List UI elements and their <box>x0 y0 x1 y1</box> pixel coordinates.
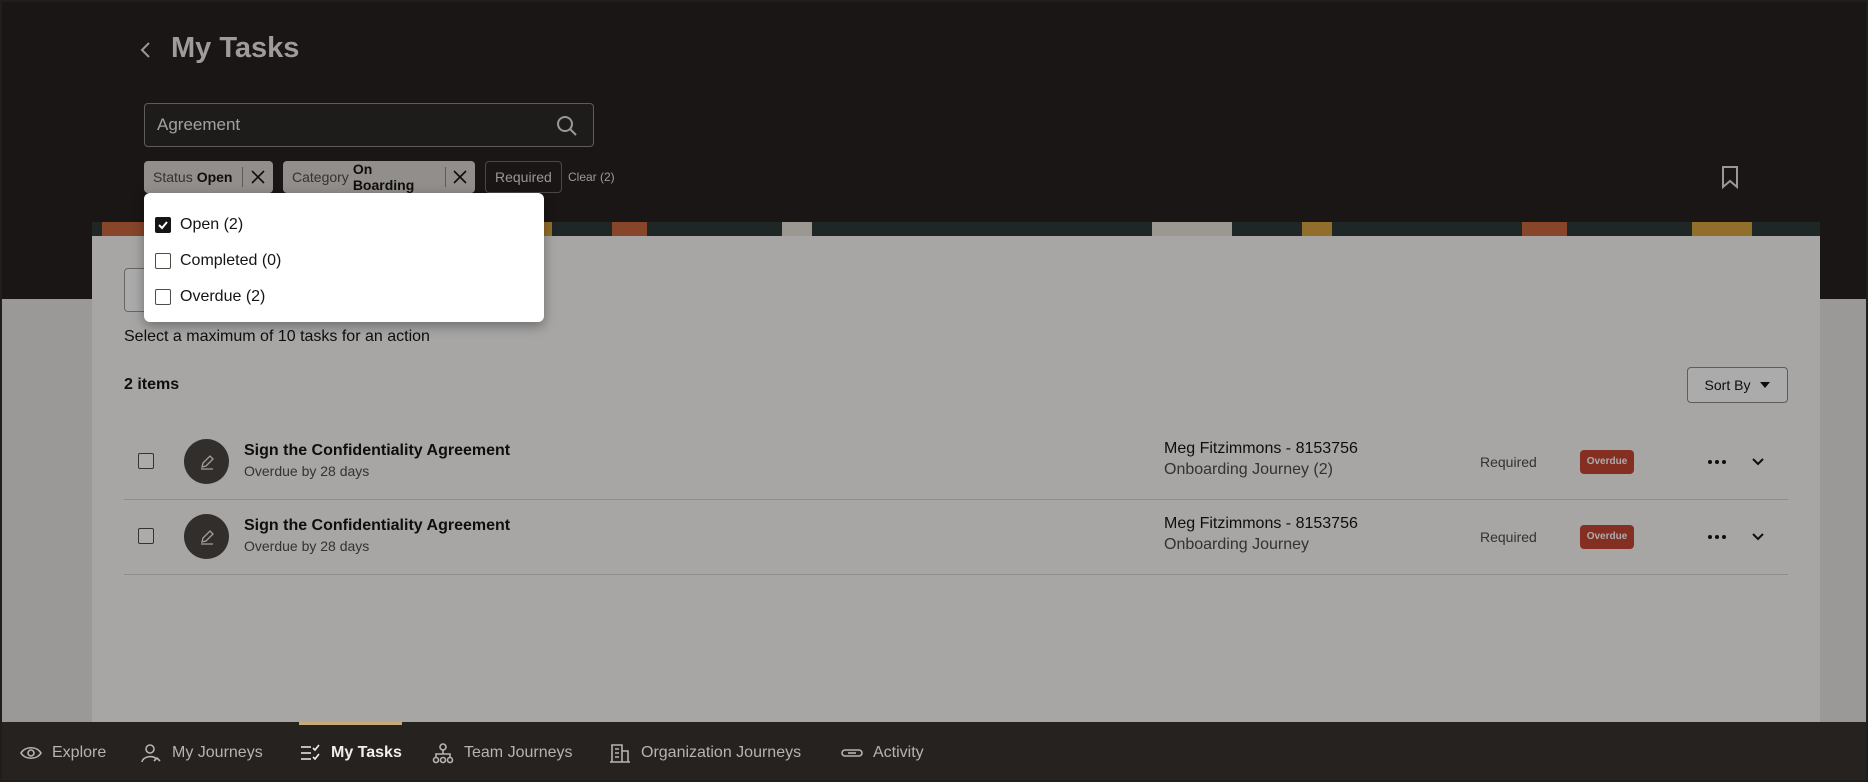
task-title[interactable]: Sign the Confidentiality Agreement <box>244 517 510 535</box>
filter-chip-value: Open <box>196 169 233 185</box>
nav-label: Organization Journeys <box>641 744 802 761</box>
bottom-navigation: Explore My Journeys My Tasks Team Journe… <box>2 722 1866 780</box>
hierarchy-icon <box>432 743 454 764</box>
filter-chip-value: On Boarding <box>352 161 415 193</box>
status-option-open[interactable]: Open (2) <box>144 207 544 243</box>
nav-item-activity[interactable]: Activity <box>841 722 924 780</box>
task-journey: Onboarding Journey <box>1164 536 1309 553</box>
link-icon <box>841 749 863 757</box>
background-decoration <box>1816 299 1866 722</box>
row-checkbox[interactable] <box>138 453 154 469</box>
task-due-status: Overdue by 28 days <box>244 538 370 554</box>
table-row[interactable]: Sign the Confidentiality Agreement Overd… <box>124 425 1788 500</box>
search-input[interactable] <box>157 104 537 146</box>
task-owner: Meg Fitzimmons - 8153756 <box>1164 515 1358 532</box>
dot <box>1715 460 1719 464</box>
checkbox[interactable] <box>155 253 171 269</box>
status-option-completed[interactable]: Completed (0) <box>144 243 544 279</box>
checkbox-checked[interactable] <box>155 217 171 233</box>
more-actions-button[interactable] <box>1702 522 1732 552</box>
status-filter-dropdown: Open (2) Completed (0) Overdue (2) <box>144 193 544 322</box>
search-field[interactable] <box>144 103 594 147</box>
sort-by-label: Sort By <box>1704 377 1751 393</box>
nav-item-my-tasks[interactable]: My Tasks <box>299 722 402 780</box>
nav-item-explore[interactable]: Explore <box>20 722 107 780</box>
chevron-down-icon[interactable] <box>1746 449 1770 473</box>
task-avatar <box>184 514 229 559</box>
selection-info: Select a maximum of 10 tasks for an acti… <box>124 328 430 345</box>
pencil-icon <box>200 529 214 545</box>
app-frame: My Tasks Status Open Category On Boardin… <box>0 0 1868 782</box>
page-title: My Tasks <box>171 32 300 64</box>
person-icon <box>141 744 161 763</box>
close-icon <box>453 170 468 184</box>
banner-shape <box>1152 222 1232 236</box>
overdue-badge: Overdue <box>1580 450 1634 474</box>
option-label: Open (2) <box>180 216 244 233</box>
task-avatar <box>184 439 229 484</box>
dot <box>1722 535 1726 539</box>
sort-by-button[interactable]: Sort By <box>1687 367 1788 403</box>
nav-label: My Journeys <box>172 744 263 761</box>
option-label: Completed (0) <box>180 252 282 269</box>
filter-chip-label: Status <box>153 169 193 185</box>
checklist-icon <box>301 744 320 761</box>
close-icon <box>251 170 265 184</box>
nav-label: Explore <box>52 744 107 761</box>
clear-filters-link[interactable]: Clear (2) <box>568 170 615 184</box>
caret-down-icon <box>1760 382 1771 388</box>
item-count: 2 items <box>124 376 180 393</box>
table-row[interactable]: Sign the Confidentiality Agreement Overd… <box>124 500 1788 575</box>
row-checkbox[interactable] <box>138 528 154 544</box>
more-actions-button[interactable] <box>1702 447 1732 477</box>
banner-shape <box>612 222 647 236</box>
back-button[interactable] <box>132 36 160 64</box>
nav-label: Activity <box>873 744 924 761</box>
banner-shape <box>1692 222 1752 236</box>
pencil-icon <box>200 454 214 470</box>
banner-shape <box>1302 222 1332 236</box>
chevron-left-icon <box>140 42 150 58</box>
nav-item-team-journeys[interactable]: Team Journeys <box>432 722 573 780</box>
bookmark-icon[interactable] <box>1720 165 1740 189</box>
eye-icon <box>20 746 42 760</box>
task-title[interactable]: Sign the Confidentiality Agreement <box>244 442 510 460</box>
task-requirement: Required <box>1480 529 1537 545</box>
task-journey: Onboarding Journey (2) <box>1164 461 1333 478</box>
filter-chip-label: Category <box>292 169 349 185</box>
task-owner: Meg Fitzimmons - 8153756 <box>1164 440 1358 457</box>
filter-chip-category[interactable]: Category On Boarding <box>283 161 475 193</box>
remove-category-filter-button[interactable] <box>446 161 475 193</box>
overdue-badge: Overdue <box>1580 525 1634 549</box>
dot <box>1715 535 1719 539</box>
nav-item-organization-journeys[interactable]: Organization Journeys <box>609 722 802 780</box>
filter-chip-status[interactable]: Status Open <box>144 161 273 193</box>
nav-label: My Tasks <box>331 744 402 761</box>
nav-item-my-journeys[interactable]: My Journeys <box>140 722 263 780</box>
search-icon[interactable] <box>555 114 579 138</box>
task-requirement: Required <box>1480 454 1537 470</box>
dot <box>1708 535 1712 539</box>
banner-shape <box>782 222 812 236</box>
dot <box>1708 460 1712 464</box>
building-icon <box>610 744 630 763</box>
checkbox[interactable] <box>155 289 171 305</box>
dot <box>1722 460 1726 464</box>
checkmark-icon <box>158 221 168 230</box>
filter-chip-required[interactable]: Required <box>485 161 562 193</box>
chevron-down-icon[interactable] <box>1746 524 1770 548</box>
status-option-overdue[interactable]: Overdue (2) <box>144 279 544 315</box>
option-label: Overdue (2) <box>180 288 266 305</box>
remove-status-filter-button[interactable] <box>243 161 273 193</box>
task-due-status: Overdue by 28 days <box>244 463 370 479</box>
background-decoration <box>2 299 92 722</box>
banner-shape <box>1522 222 1567 236</box>
nav-label: Team Journeys <box>464 744 573 761</box>
